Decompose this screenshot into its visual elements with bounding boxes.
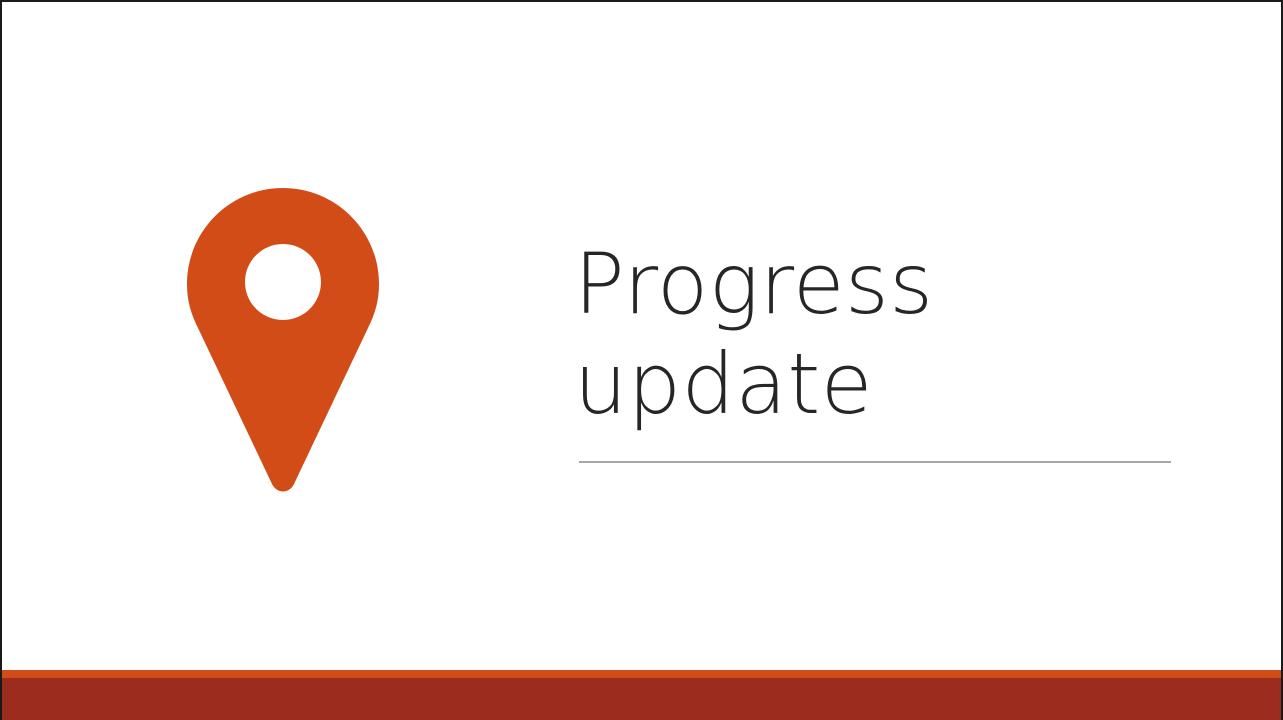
footer-band — [2, 678, 1281, 720]
title-slide: Progress update — [0, 0, 1283, 720]
footer-accent-strip — [2, 670, 1281, 678]
slide-title-line-1: Progress — [574, 235, 934, 333]
location-pin-icon — [187, 188, 379, 492]
slide-title: Progress update — [574, 234, 934, 434]
title-underline — [579, 461, 1171, 463]
slide-title-line-2: update — [574, 335, 873, 433]
